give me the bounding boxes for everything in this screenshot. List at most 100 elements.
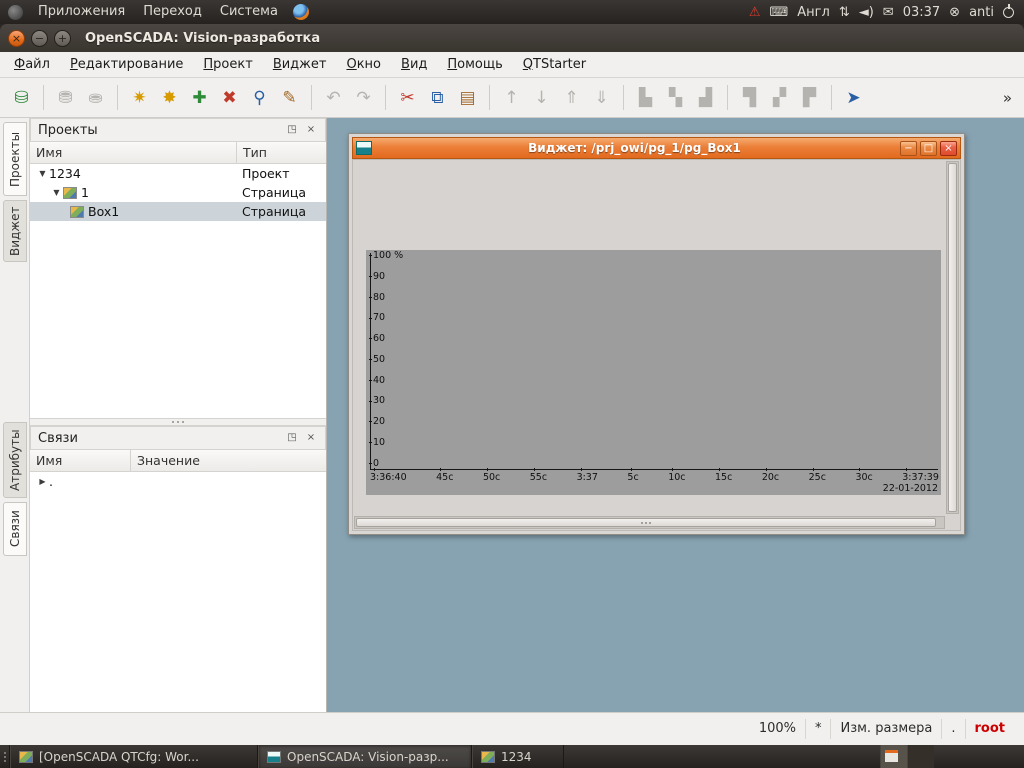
x-tick-label: 3:37:39 [902,472,939,483]
column-header-name[interactable]: Имя [30,142,236,163]
lower-to-bottom-icon[interactable]: ⇓ [588,84,615,111]
align-right-icon[interactable]: ▟ [692,84,719,111]
menu-view[interactable]: Вид [391,52,437,78]
menu-edit[interactable]: Редактирование [60,52,193,78]
taskbar-item-qtcfg[interactable]: [OpenSCADA QTCfg: Wor... [10,745,258,768]
projects-column-headers: Имя Тип [30,142,326,164]
item-load-from-db-icon[interactable]: ⛃ [52,84,79,111]
distributor-logo-icon[interactable] [8,5,23,20]
tab-attributes[interactable]: Атрибуты [3,422,27,498]
edit-visual-item-icon[interactable]: ✎ [276,84,303,111]
align-left-icon[interactable]: ▙ [632,84,659,111]
window-titlebar[interactable]: × − + OpenSCADA: Vision-разработка [0,24,1024,52]
y-tick-label: 40 [373,376,403,386]
add-visual-item-icon[interactable]: ✚ [186,84,213,111]
run-execution-icon[interactable]: ➤ [840,84,867,111]
panel-splitter[interactable] [30,418,326,426]
column-header-value[interactable]: Значение [130,450,326,471]
float-panel-icon[interactable]: ◳ [285,123,299,137]
widget-window-titlebar[interactable]: Виджет: /prj_owi/pg_1/pg_Box1 − □ × [352,137,961,159]
float-panel-icon[interactable]: ◳ [285,431,299,445]
workspace-switcher[interactable] [880,745,934,768]
copy-icon[interactable]: ⧉ [424,84,451,111]
menu-file[interactable]: Файл [4,52,60,78]
top-panel-indicators: ⚠ ⌨ Англ ⇅ ◄) ✉ 03:37 ⊗ anti [749,5,1018,20]
align-vertical-center-icon[interactable]: ▞ [766,84,793,111]
undo-icon[interactable]: ↶ [320,84,347,111]
expander-icon[interactable]: ▼ [50,188,63,197]
diagram-widget[interactable]: 100 % 90 80 70 60 50 40 30 20 10 0 [366,250,941,495]
paste-icon[interactable]: ▤ [454,84,481,111]
workspace-cell-2[interactable] [907,745,934,768]
workspace-cell-1[interactable] [880,745,907,768]
y-tick-label: 90 [373,272,403,282]
toolbar: ⛁ ⛃ ⛂ ✷ ✸ ✚ ✖ ⚲ ✎ ↶ ↷ ✂ ⧉ ▤ ↑ ↓ ⇑ ⇓ ▙ ▚ … [0,78,1024,118]
tree-row-project[interactable]: ▼ 1234 Проект [30,164,326,183]
delete-visual-item-icon[interactable]: ✖ [216,84,243,111]
new-project-icon[interactable]: ✷ [126,84,153,111]
keyboard-layout-label[interactable]: Англ [797,5,830,20]
align-bottom-icon[interactable]: ▛ [796,84,823,111]
power-icon[interactable] [1003,7,1014,18]
scrollbar-thumb[interactable] [948,163,957,512]
warning-indicator-icon[interactable]: ⚠ [749,5,761,20]
top-menu-system[interactable]: Система [211,0,287,24]
expander-icon[interactable]: ▶ [36,477,49,486]
taskbar-item-project[interactable]: 1234 [472,745,564,768]
mail-indicator-icon[interactable]: ✉ [883,5,894,20]
tree-item-type: Страница [236,185,326,200]
window-maximize-button[interactable]: + [54,30,71,47]
tab-projects[interactable]: Проекты [3,122,27,196]
column-header-type[interactable]: Тип [236,142,326,163]
visual-item-properties-icon[interactable]: ⚲ [246,84,273,111]
updates-indicator-icon[interactable]: ⇅ [839,5,850,20]
tree-row-page[interactable]: ▼ 1 Страница [30,183,326,202]
item-save-to-db-icon[interactable]: ⛂ [82,84,109,111]
column-header-name[interactable]: Имя [30,450,130,471]
new-widget-library-icon[interactable]: ✸ [156,84,183,111]
tab-links[interactable]: Связи [3,502,27,556]
child-minimize-button[interactable]: − [900,141,917,156]
taskbar-item-vision[interactable]: OpenSCADA: Vision-разр... [258,745,472,768]
window-minimize-button[interactable]: − [31,30,48,47]
top-menu-applications[interactable]: Приложения [29,0,134,24]
expander-icon[interactable]: ▼ [36,169,49,178]
scrollbar-thumb[interactable] [356,518,936,527]
child-maximize-button[interactable]: □ [920,141,937,156]
align-top-icon[interactable]: ▜ [736,84,763,111]
load-from-db-icon[interactable]: ⛁ [8,84,35,111]
clock-label[interactable]: 03:37 [903,5,940,20]
cut-icon[interactable]: ✂ [394,84,421,111]
username-label[interactable]: anti [969,5,994,20]
firefox-launcher-icon[interactable] [293,4,309,20]
x-tick-label: 3:36:40 [370,472,407,483]
volume-icon[interactable]: ◄) [859,5,874,20]
align-horizontal-center-icon[interactable]: ▚ [662,84,689,111]
status-modified: * [805,719,831,739]
status-mode: Изм. размера [830,719,941,739]
toolbar-overflow-button[interactable]: » [999,89,1016,107]
horizontal-scrollbar[interactable] [354,516,945,529]
rise-to-top-icon[interactable]: ⇑ [558,84,585,111]
top-menu-places[interactable]: Переход [134,0,211,24]
session-indicator-icon[interactable]: ⊗ [949,5,960,20]
window-list-handle-icon[interactable] [0,745,10,768]
redo-icon[interactable]: ↷ [350,84,377,111]
keyboard-layout-icon[interactable]: ⌨ [770,5,789,20]
close-panel-icon[interactable]: × [304,431,318,445]
menu-widget[interactable]: Виджет [263,52,337,78]
menu-qtstarter[interactable]: QTStarter [513,52,596,78]
close-panel-icon[interactable]: × [304,123,318,137]
window-close-button[interactable]: × [8,30,25,47]
vertical-scrollbar[interactable] [946,161,959,514]
raise-widget-icon[interactable]: ↑ [498,84,525,111]
links-row[interactable]: ▶ . [30,472,326,491]
menu-window[interactable]: Окно [336,52,391,78]
tree-row-page-selected[interactable]: Box1 Страница [30,202,326,221]
widget-canvas[interactable]: 100 % 90 80 70 60 50 40 30 20 10 0 [352,159,961,531]
menu-help[interactable]: Помощь [437,52,512,78]
tab-widget[interactable]: Виджет [3,200,27,262]
menu-project[interactable]: Проект [193,52,262,78]
child-close-button[interactable]: × [940,141,957,156]
lower-widget-icon[interactable]: ↓ [528,84,555,111]
